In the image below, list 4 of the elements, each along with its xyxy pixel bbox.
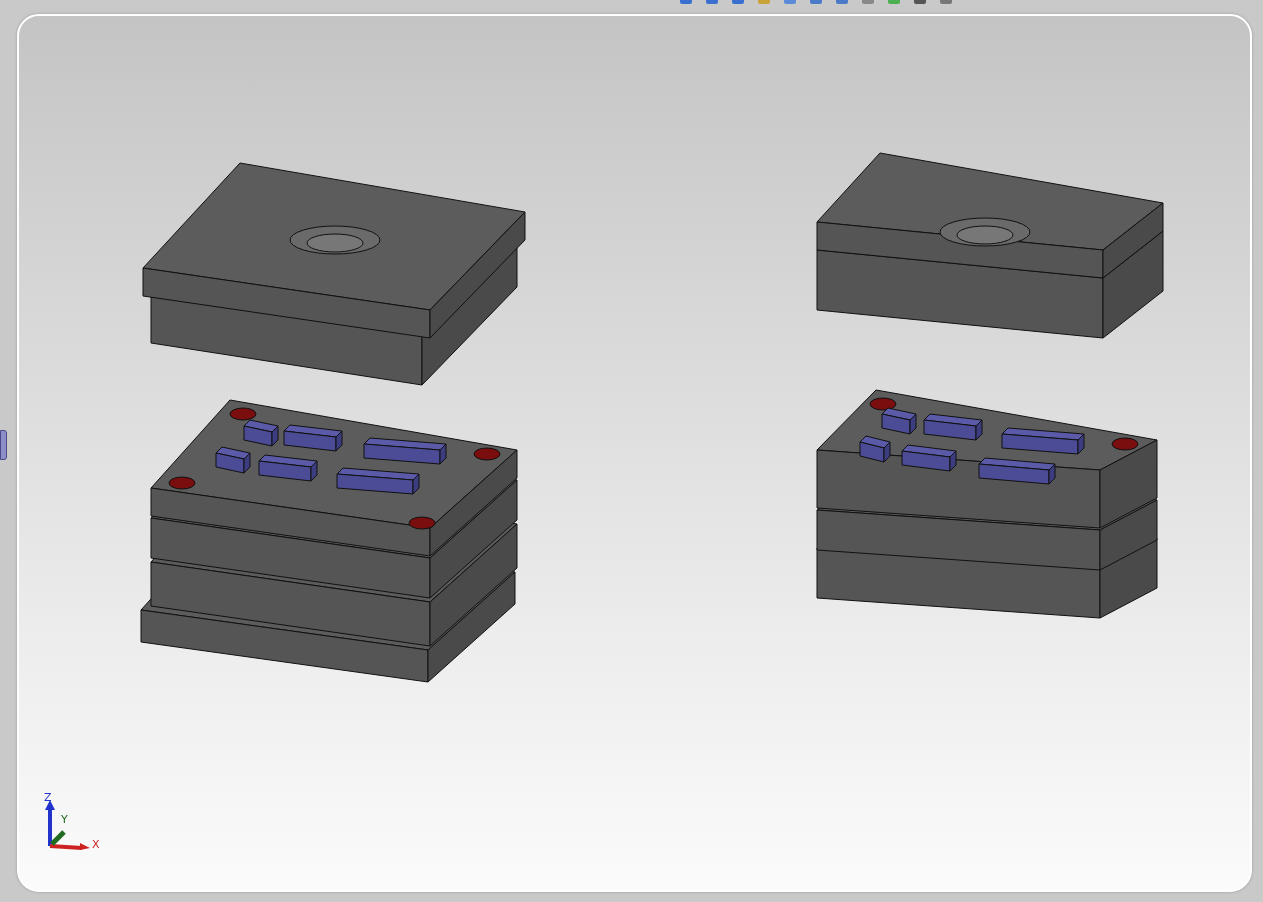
axis-label: X <box>92 839 100 850</box>
axis-label: Y <box>61 814 68 825</box>
axis-label: Z <box>44 792 52 803</box>
panel-handle[interactable] <box>0 430 7 460</box>
